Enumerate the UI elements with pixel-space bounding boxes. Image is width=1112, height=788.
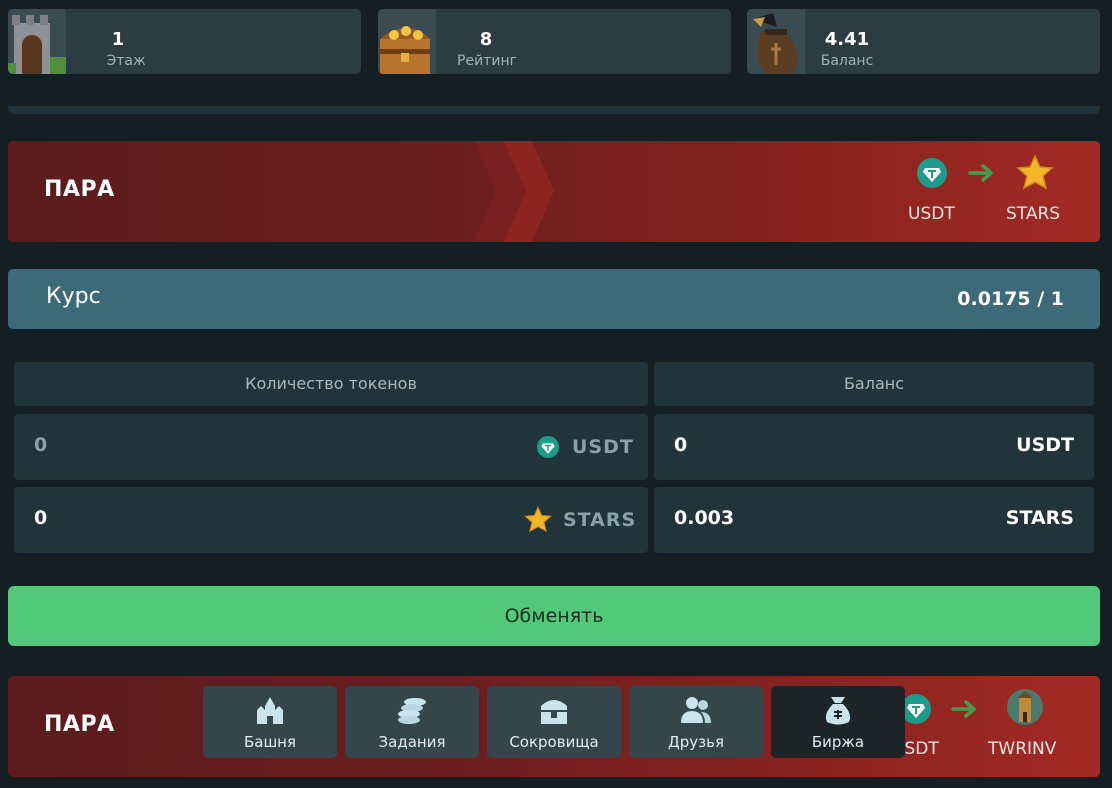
swap-button[interactable]: Обменять bbox=[8, 586, 1100, 646]
castle-icon bbox=[257, 697, 283, 724]
nav-label: Задания bbox=[378, 733, 446, 751]
balance-header: Баланс bbox=[654, 362, 1094, 406]
arrow-right-icon bbox=[968, 164, 993, 182]
scroll-divider bbox=[8, 106, 1100, 114]
usdt-unit-label: USDT bbox=[572, 436, 634, 458]
nav-item-tower[interactable]: Башня bbox=[203, 686, 337, 758]
usdt-balance-value: 0 bbox=[674, 434, 688, 456]
nav-label: Друзья bbox=[668, 733, 724, 751]
pair-to-label: STARS bbox=[1006, 204, 1061, 224]
stars-amount-input[interactable]: 0 STARS bbox=[14, 487, 648, 553]
nav-label: Биржа bbox=[811, 733, 865, 751]
rating-label: Рейтинг bbox=[457, 53, 517, 69]
stars-balance-unit: STARS bbox=[1005, 507, 1074, 529]
pair-from-label: USDT bbox=[908, 204, 955, 224]
usdt-icon bbox=[917, 158, 947, 188]
usdt-icon bbox=[537, 436, 559, 458]
rate-bar: Курс 0.0175 / 1 bbox=[8, 269, 1100, 329]
chevron-decoration bbox=[474, 141, 554, 242]
rating-value: 8 bbox=[479, 29, 493, 50]
floor-label: Этаж bbox=[106, 53, 146, 69]
nav-label: Башня bbox=[243, 733, 297, 751]
balance-label: Баланс bbox=[820, 53, 874, 69]
nav-item-tasks[interactable]: Задания bbox=[345, 686, 479, 758]
rate-value: 0.0175 / 1 bbox=[957, 288, 1064, 310]
floor-value: 1 bbox=[111, 29, 125, 50]
stars-balance-value: 0.003 bbox=[674, 507, 735, 529]
stat-card-balance: 4.41 Баланс bbox=[747, 9, 1100, 74]
usdt-balance-unit: USDT bbox=[1016, 434, 1074, 456]
tokens-header: Количество токенов bbox=[14, 362, 648, 406]
nav-item-friends[interactable]: Друзья bbox=[629, 686, 763, 758]
usdt-balance-cell: 0 USDT bbox=[654, 414, 1094, 480]
nav-item-treasures[interactable]: Сокровища bbox=[487, 686, 621, 758]
stat-card-floor: 1 Этаж bbox=[8, 9, 361, 74]
stars-unit-label: STARS bbox=[563, 509, 637, 531]
stars-balance-cell: 0.003 STARS bbox=[654, 487, 1094, 553]
pair-title: ПАРА bbox=[44, 712, 115, 737]
usdt-amount-input[interactable]: 0 USDT bbox=[14, 414, 648, 480]
nav-label: Сокровища bbox=[509, 733, 599, 751]
twrinv-icon bbox=[1007, 689, 1043, 725]
nav-item-exchange[interactable]: Биржа bbox=[771, 686, 905, 758]
friends-icon bbox=[681, 697, 711, 723]
pair-title: ПАРА bbox=[44, 177, 115, 202]
rate-label: Курс bbox=[46, 284, 101, 309]
stars-amount-value: 0 bbox=[34, 507, 48, 529]
star-icon bbox=[1016, 154, 1054, 190]
pair-banner: ПАРА USDT STARS bbox=[8, 141, 1100, 242]
pair-to-label: TWRINV bbox=[988, 739, 1057, 759]
star-icon bbox=[524, 506, 552, 533]
coins-icon bbox=[398, 698, 426, 724]
bag-icon bbox=[825, 697, 851, 725]
usdt-amount-value: 0 bbox=[34, 434, 48, 456]
usdt-icon bbox=[901, 694, 931, 724]
arrow-right-icon bbox=[951, 700, 976, 718]
chest-icon bbox=[541, 700, 567, 724]
stat-card-rating: 8 Рейтинг bbox=[378, 9, 731, 74]
balance-value: 4.41 bbox=[824, 29, 870, 50]
